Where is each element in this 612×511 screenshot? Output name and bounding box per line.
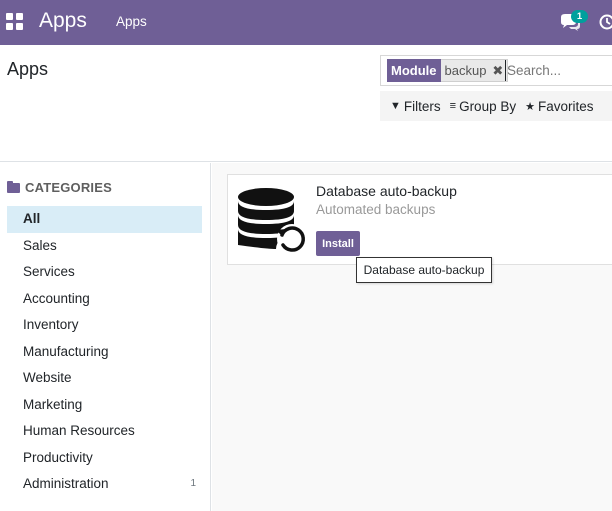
- category-label: Sales: [23, 237, 57, 253]
- category-label: Manufacturing: [23, 343, 109, 359]
- category-marketing[interactable]: Marketing: [7, 392, 202, 419]
- category-label: Productivity: [23, 449, 93, 465]
- category-administration[interactable]: Administration 1: [7, 471, 202, 498]
- category-label: Inventory: [23, 317, 79, 332]
- filter-icon: ▼: [390, 100, 401, 112]
- category-manufacturing[interactable]: Manufacturing: [7, 339, 202, 366]
- module-card[interactable]: Database auto-backup Automated backups I…: [227, 174, 612, 265]
- page-title: Apps: [7, 59, 49, 79]
- search-box[interactable]: Module backup ✖: [380, 55, 612, 86]
- remove-facet-icon[interactable]: ✖: [492, 59, 503, 82]
- chat-badge: 1: [571, 10, 588, 23]
- category-label: Marketing: [23, 396, 83, 412]
- facet-value-text: backup: [444, 63, 487, 78]
- filters-label: Filters: [403, 98, 441, 114]
- category-label: All: [23, 211, 41, 226]
- category-label: Website: [23, 370, 72, 385]
- database-backup-icon: [236, 183, 308, 255]
- categories-title: CATEGORIES: [25, 180, 112, 195]
- search-facet: Module backup ✖: [387, 59, 509, 82]
- facet-label: Module: [387, 59, 441, 82]
- star-icon: ★: [525, 100, 535, 113]
- module-title: Database auto-backup: [316, 183, 457, 199]
- app-brand[interactable]: Apps: [39, 9, 87, 33]
- kanban-view: Database auto-backup Automated backups I…: [212, 163, 612, 511]
- module-tooltip: Database auto-backup: [356, 257, 492, 283]
- category-label: Administration: [23, 476, 109, 491]
- category-count: 1: [190, 478, 196, 489]
- category-website[interactable]: Website: [7, 365, 202, 392]
- category-sales[interactable]: Sales: [7, 233, 202, 260]
- menu-item-apps[interactable]: Apps: [116, 14, 147, 29]
- favorites-button[interactable]: ★ Favorites: [525, 99, 593, 114]
- favorites-label: Favorites: [537, 98, 594, 114]
- list-icon: ≡: [449, 100, 457, 112]
- search-input[interactable]: [505, 60, 612, 81]
- install-button[interactable]: Install: [316, 231, 360, 256]
- category-accounting[interactable]: Accounting: [7, 286, 202, 313]
- category-label: Accounting: [23, 290, 90, 306]
- group-by-label: Group By: [459, 98, 517, 114]
- group-by-button[interactable]: ≡ Group By: [450, 99, 516, 114]
- folder-icon: [7, 180, 20, 193]
- category-label: Human Resources: [23, 423, 135, 438]
- category-services[interactable]: Services: [7, 259, 202, 286]
- apps-grid-icon[interactable]: [6, 13, 23, 30]
- categories-header: CATEGORIES: [7, 180, 112, 195]
- category-list: All Sales Services Accounting Inventory …: [7, 206, 202, 498]
- category-label: Services: [23, 264, 75, 279]
- category-human-resources[interactable]: Human Resources: [7, 418, 202, 445]
- category-inventory[interactable]: Inventory: [7, 312, 202, 339]
- facet-value: backup ✖: [440, 59, 509, 82]
- search-options: ▼ Filters ≡ Group By ★ Favorites: [380, 91, 612, 121]
- module-summary: Automated backups: [316, 202, 436, 217]
- category-all[interactable]: All: [7, 206, 202, 233]
- filters-button[interactable]: ▼ Filters: [390, 99, 441, 114]
- category-productivity[interactable]: Productivity: [7, 445, 202, 472]
- categories-sidebar: CATEGORIES All Sales Services Accounting…: [0, 163, 211, 511]
- top-navbar: Apps Apps 1: [0, 0, 612, 45]
- clock-icon[interactable]: [599, 14, 612, 30]
- control-panel: Apps Module backup ✖ ▼ Filters ≡ Group B…: [0, 45, 612, 162]
